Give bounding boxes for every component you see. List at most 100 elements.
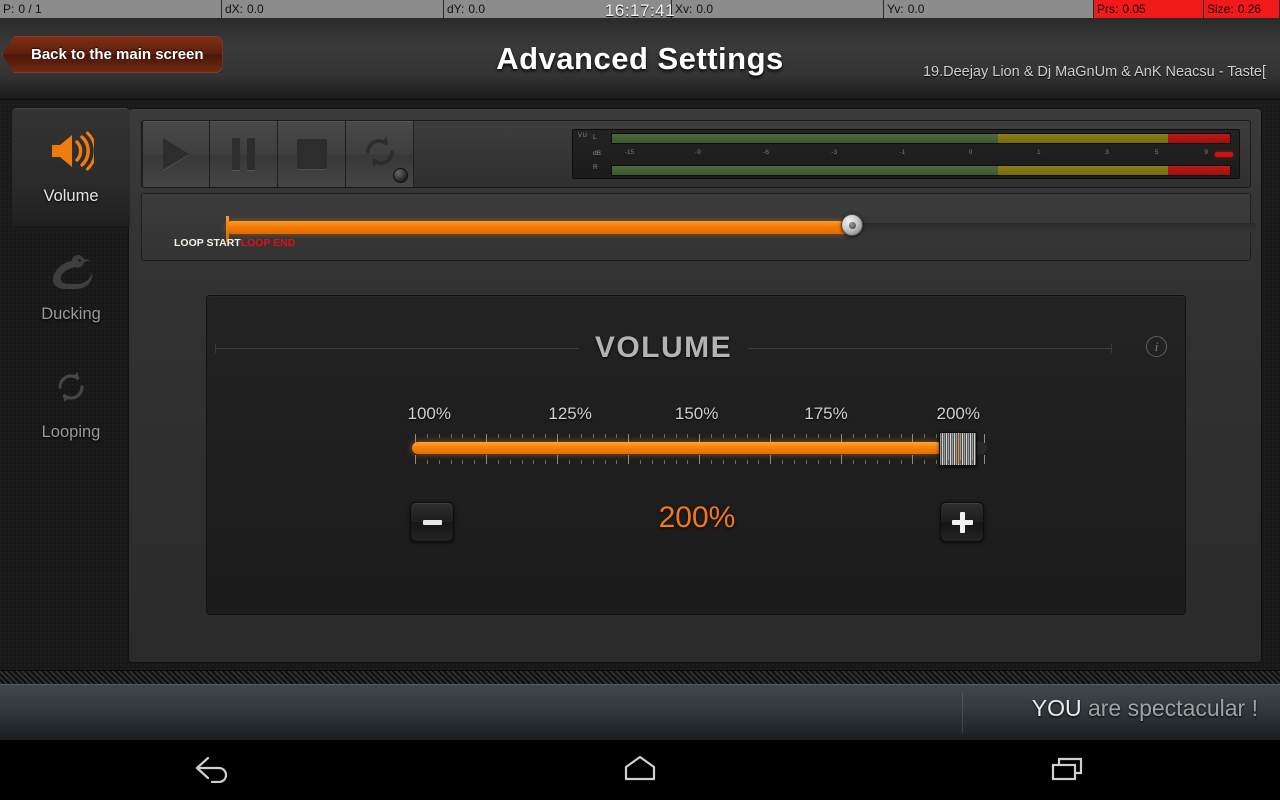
status-label-dy: dY:: [447, 2, 465, 16]
nav-back-button[interactable]: [153, 740, 273, 800]
slider-tick: [829, 460, 831, 464]
vu-scale-tick: -9: [694, 149, 701, 156]
status-cell-pointer: P: 0 / 1: [0, 0, 222, 18]
volume-slider[interactable]: 100% 125% 150% 175% 200%: [408, 404, 987, 474]
slider-tick: [900, 434, 902, 438]
slider-tick: [580, 434, 582, 438]
seek-knob[interactable]: [841, 214, 863, 236]
home-icon: [618, 753, 662, 788]
slider-tick: [426, 460, 428, 464]
info-icon-glyph: i: [1154, 338, 1159, 354]
slider-tick: [604, 434, 606, 438]
slider-tick: [462, 460, 464, 464]
vu-zone-yellow: [998, 166, 1169, 175]
status-value-xv: 0.0: [696, 2, 714, 16]
status-value-p: 0 / 1: [18, 2, 42, 16]
slider-tick: [758, 434, 760, 438]
back-arrow-icon: [191, 753, 235, 788]
slider-tick: [805, 434, 807, 438]
slider-tick: [734, 460, 736, 464]
slider-tick: [711, 460, 713, 464]
slider-tick: [568, 460, 570, 464]
slider-tick: [947, 460, 949, 464]
slider-tick: [936, 434, 938, 438]
slider-tick: [853, 434, 855, 438]
slider-tick: [687, 434, 689, 438]
seek-bar-block: LOOP STARTLOOP END: [141, 193, 1256, 261]
sidebar-item-ducking[interactable]: Ducking: [12, 226, 130, 344]
slider-tick: [521, 460, 523, 464]
footer-message: YOU are spectacular !: [1032, 695, 1258, 722]
loop-start-label: LOOP START: [174, 237, 241, 249]
duck-icon: [48, 247, 94, 291]
vu-meter-tag: VU: [578, 133, 588, 139]
slider-tick: [663, 460, 665, 464]
current-track-title: 19.Deejay Lion & Dj MaGnUm & AnK Neacsu …: [922, 64, 1266, 80]
status-label-dx: dX:: [225, 2, 244, 16]
page-title: Advanced Settings: [496, 41, 784, 76]
play-button[interactable]: [142, 121, 210, 187]
slider-tick: [805, 460, 807, 464]
pause-button[interactable]: [210, 121, 278, 187]
slider-tick: [592, 460, 594, 464]
slider-tick: [734, 434, 736, 438]
volume-section-title: VOLUME: [594, 331, 733, 364]
slider-tick: [841, 455, 843, 464]
slider-tick: [722, 434, 724, 438]
recent-apps-icon: [1045, 753, 1089, 788]
sidebar-item-volume[interactable]: Volume: [12, 108, 130, 226]
slider-tick: [640, 460, 642, 464]
header-rule-left: [215, 343, 579, 353]
vu-scale-tick: 1: [1036, 149, 1041, 156]
vu-scale-tick: 3: [1105, 149, 1109, 156]
status-cell-pressure: Prs: 0.05: [1094, 0, 1204, 18]
slider-tick: [486, 455, 488, 464]
vu-zone-green: [612, 134, 999, 143]
sidebar-item-looping[interactable]: Looping: [12, 344, 130, 462]
slider-tick: [924, 460, 926, 464]
stop-button[interactable]: [278, 121, 346, 187]
vu-scale-tick: -3: [831, 149, 838, 156]
slider-tick: [415, 455, 416, 464]
status-cell-size: Size: 0.26: [1204, 0, 1280, 18]
slider-tick: [983, 455, 985, 464]
main-panel: VU L dB R -15 -9 -6 -3 -1 0 1 3 5 9 LOOP…: [128, 108, 1262, 663]
volume-value: 200%: [658, 501, 736, 534]
loop-icon: [48, 365, 94, 409]
slider-tick: [675, 460, 677, 464]
nav-home-button[interactable]: [580, 740, 700, 800]
volume-card: VOLUME i 100% 125% 150% 175% 200% 200%: [206, 295, 1186, 615]
volume-ticks-bottom: [415, 454, 985, 464]
slider-tick: [687, 460, 689, 464]
vu-scale-tick: -15: [624, 149, 635, 156]
slider-tick: [794, 460, 795, 464]
vu-zone-yellow: [998, 134, 1169, 143]
footer-message-strong: YOU: [1031, 695, 1082, 721]
slider-tick: [616, 460, 618, 464]
volume-scale-label: 100%: [407, 404, 451, 423]
slider-tick: [829, 434, 831, 438]
slider-tick: [746, 434, 748, 438]
slider-tick: [438, 434, 440, 438]
pause-icon: [232, 138, 255, 170]
slider-tick: [580, 460, 582, 464]
slider-tick: [474, 434, 476, 438]
vu-scale-tick: 0: [968, 149, 973, 156]
slider-tick: [971, 460, 973, 464]
slider-tick: [533, 434, 535, 438]
slider-tick: [450, 434, 452, 438]
transport-controls: VU L dB R -15 -9 -6 -3 -1 0 1 3 5 9: [141, 120, 1251, 188]
slider-tick: [865, 434, 867, 438]
speaker-icon: [48, 129, 94, 173]
repeat-button[interactable]: [346, 121, 414, 187]
slider-tick: [900, 460, 902, 464]
footer-divider: [962, 693, 963, 733]
slider-tick: [509, 460, 511, 464]
status-value-dy: 0.0: [468, 2, 486, 16]
nav-recents-button[interactable]: [1007, 740, 1127, 800]
info-icon[interactable]: i: [1146, 336, 1167, 357]
slider-tick: [509, 434, 511, 438]
slider-tick: [450, 460, 452, 464]
sidebar-item-label-volume: Volume: [43, 186, 99, 205]
loop-labels: LOOP STARTLOOP END: [174, 237, 295, 249]
